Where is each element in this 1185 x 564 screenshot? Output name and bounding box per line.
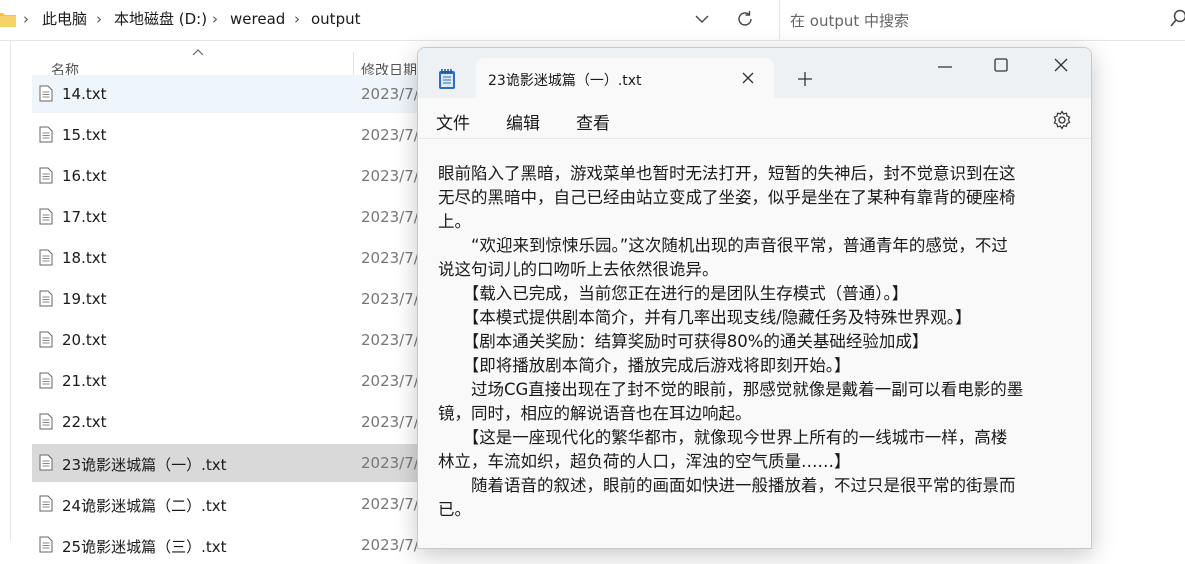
text-file-icon	[39, 495, 53, 512]
text-file-icon	[39, 249, 53, 266]
text-line: 【载入已完成，当前您正在进行的是团队生存模式（普通）。】	[438, 282, 1078, 306]
chevron-right-icon: ›	[294, 10, 300, 28]
file-date: 2023/7/	[361, 249, 419, 267]
menu-file[interactable]: 文件	[436, 109, 470, 134]
text-line: 林立，车流如织，超负荷的人口，浑浊的空气质量……】	[438, 450, 1078, 474]
sort-ascending-icon	[192, 48, 204, 56]
breadcrumb-output[interactable]: output	[311, 10, 360, 28]
file-date: 2023/7/	[361, 495, 419, 513]
file-row[interactable]: 14.txt 2023/7/	[32, 75, 432, 113]
text-line: 眼前陷入了黑暗，游戏菜单也暂时无法打开，短暂的失神后，封不觉意识到在这	[438, 162, 1078, 186]
file-date: 2023/7/	[361, 413, 419, 431]
file-row[interactable]: 16.txt 2023/7/	[32, 157, 432, 195]
menu-view[interactable]: 查看	[576, 109, 610, 134]
text-file-icon	[39, 126, 53, 143]
notepad-window: 23诡影迷城篇（一）.txt 文件 编辑 查看 眼前陷入了黑暗，游戏菜单也暂时无…	[417, 47, 1092, 549]
file-name: 15.txt	[62, 126, 107, 144]
menu-edit[interactable]: 编辑	[506, 109, 540, 134]
file-name: 19.txt	[62, 290, 107, 308]
text-line: “欢迎来到惊悚乐园。”这次随机出现的声音很平常，普通青年的感觉，不过	[438, 234, 1078, 258]
text-file-icon	[39, 208, 53, 225]
search-icon[interactable]	[1170, 9, 1185, 29]
text-line: 【剧本通关奖励：结算奖励时可获得80%的通关基础经验加成】	[438, 330, 1078, 354]
text-file-icon	[39, 413, 53, 430]
close-tab-icon[interactable]	[741, 71, 755, 85]
text-line: 【即将播放剧本简介，播放完成后游戏将即刻开始。】	[438, 354, 1078, 378]
text-line: 说这句词儿的口吻听上去依然很诡异。	[438, 258, 1078, 282]
minimize-icon[interactable]	[938, 66, 952, 68]
file-row[interactable]: 19.txt 2023/7/	[32, 280, 432, 318]
new-tab-icon[interactable]	[798, 72, 812, 86]
text-line: 无尽的黑暗中，自己已经由站立变成了坐姿，似乎是坐在了某种有靠背的硬座椅	[438, 186, 1078, 210]
text-line: 上。	[438, 210, 1078, 234]
chevron-right-icon: ›	[96, 10, 102, 28]
text-line: 镜，同时，相应的解说语音也在耳边响起。	[438, 402, 1078, 426]
file-name: 20.txt	[62, 331, 107, 349]
breadcrumb-weread[interactable]: weread	[230, 10, 285, 28]
chevron-right-icon: ›	[212, 10, 218, 28]
text-line: 【这是一座现代化的繁华都市，就像现今世界上所有的一线城市一样，高楼	[438, 426, 1078, 450]
file-date: 2023/7/	[361, 331, 419, 349]
file-name: 14.txt	[62, 85, 107, 103]
document-text[interactable]: 眼前陷入了黑暗，游戏菜单也暂时无法打开，短暂的失神后，封不觉意识到在这无尽的黑暗…	[438, 162, 1078, 522]
text-file-icon	[39, 331, 53, 348]
file-name: 24诡影迷城篇（二）.txt	[62, 495, 227, 516]
file-date: 2023/7/	[361, 372, 419, 390]
file-name: 21.txt	[62, 372, 107, 390]
text-file-icon	[39, 290, 53, 307]
text-line: 已。	[438, 498, 1078, 522]
file-row[interactable]: 15.txt 2023/7/	[32, 116, 432, 154]
file-date: 2023/7/	[361, 290, 419, 308]
gear-icon[interactable]	[1052, 110, 1072, 130]
chevron-right-icon: ›	[23, 10, 29, 28]
file-date: 2023/7/	[361, 536, 419, 554]
tab-document[interactable]: 23诡影迷城篇（一）.txt	[476, 58, 774, 100]
file-date: 2023/7/	[361, 126, 419, 144]
file-row[interactable]: 23诡影迷城篇（一）.txt 2023/7/	[32, 444, 432, 482]
file-row[interactable]: 25诡影迷城篇（三）.txt 2023/7/	[32, 526, 432, 564]
search-input[interactable]: 在 output 中搜索	[790, 10, 909, 31]
file-row[interactable]: 24诡影迷城篇（二）.txt 2023/7/	[32, 485, 432, 523]
file-row[interactable]: 21.txt 2023/7/	[32, 362, 432, 400]
notepad-app-icon	[438, 68, 456, 90]
file-row[interactable]: 22.txt 2023/7/	[32, 403, 432, 441]
menu-bar: 文件 编辑 查看	[418, 100, 1091, 139]
pane-divider	[10, 41, 11, 541]
navigation-pane	[0, 41, 32, 541]
file-row[interactable]: 17.txt 2023/7/	[32, 198, 432, 236]
folder-icon	[0, 11, 16, 27]
text-file-icon	[39, 167, 53, 184]
file-name: 25诡影迷城篇（三）.txt	[62, 536, 227, 557]
maximize-icon[interactable]	[994, 58, 1008, 72]
file-name: 17.txt	[62, 208, 107, 226]
breadcrumb-this-pc[interactable]: 此电脑	[42, 10, 87, 28]
file-date: 2023/7/	[361, 208, 419, 226]
refresh-icon[interactable]	[734, 8, 756, 30]
file-name: 23诡影迷城篇（一）.txt	[62, 454, 227, 475]
file-name: 22.txt	[62, 413, 107, 431]
file-row[interactable]: 18.txt 2023/7/	[32, 239, 432, 277]
text-file-icon	[39, 372, 53, 389]
text-line: 【本模式提供剧本简介，并有几率出现支线/隐藏任务及特殊世界观。】	[438, 306, 1078, 330]
tab-title: 23诡影迷城篇（一）.txt	[488, 70, 642, 90]
breadcrumb-drive-d[interactable]: 本地磁盘 (D:)	[114, 10, 207, 28]
file-name: 18.txt	[62, 249, 107, 267]
chevron-down-icon[interactable]	[692, 9, 712, 29]
text-line: 过场CG直接出现在了封不觉的眼前，那感觉就像是戴着一副可以看电影的墨	[438, 378, 1078, 402]
text-file-icon	[39, 536, 53, 553]
text-file-icon	[39, 85, 53, 102]
text-file-icon	[39, 454, 53, 471]
file-date: 2023/7/	[361, 85, 419, 103]
file-date: 2023/7/	[361, 454, 419, 472]
file-date: 2023/7/	[361, 167, 419, 185]
file-name: 16.txt	[62, 167, 107, 185]
text-line: 随着语音的叙述，眼前的画面如快进一般播放着，不过只是很平常的街景而	[438, 474, 1078, 498]
close-window-icon[interactable]	[1054, 58, 1068, 72]
file-row[interactable]: 20.txt 2023/7/	[32, 321, 432, 359]
